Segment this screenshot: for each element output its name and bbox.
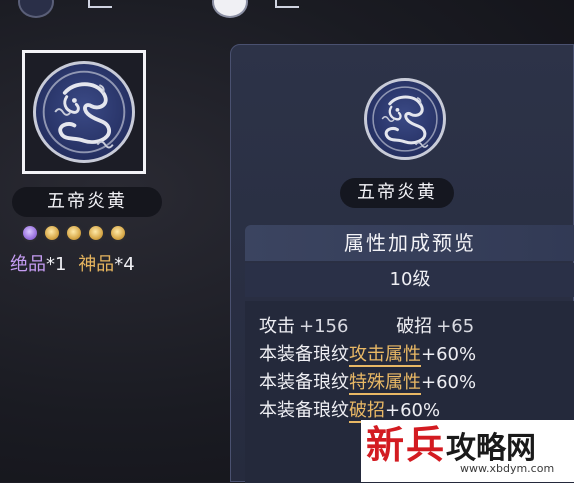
dragon-emblem-icon xyxy=(33,61,135,163)
bonus-row: 本装备琅纹特殊属性+60% xyxy=(259,368,477,395)
bonus-value: +60% xyxy=(421,372,477,393)
stat-value: +65 xyxy=(436,316,475,337)
bonus-row: 本装备琅纹攻击属性+60% xyxy=(259,340,477,367)
bonus-value: +60% xyxy=(385,400,441,421)
watermark-brand-red: 新兵 xyxy=(366,423,447,467)
watermark-url: www.xbdym.com xyxy=(460,462,555,475)
radio-icon[interactable] xyxy=(18,0,54,18)
bonus-prefix: 本装备琅纹 xyxy=(259,372,349,393)
item-name-label: 五帝炎黄 xyxy=(12,187,162,217)
star-gold-icon xyxy=(43,224,61,242)
bonus-prefix: 本装备琅纹 xyxy=(259,344,349,365)
panel-item-name: 五帝炎黄 xyxy=(340,178,454,208)
bonus-row: 本装备琅纹破招+60% xyxy=(259,396,441,423)
grade-1-label: 绝品 xyxy=(10,254,46,275)
item-slot-selected[interactable] xyxy=(22,50,146,174)
stat-value: +156 xyxy=(299,316,349,337)
stat-attack: 攻击 +156 xyxy=(259,312,348,338)
star-gold-icon xyxy=(87,224,105,242)
star-rating xyxy=(21,224,127,244)
tab-label-fragment xyxy=(88,0,112,8)
grade-2-count: *4 xyxy=(114,254,135,275)
bonus-value: +60% xyxy=(421,344,477,365)
level-label: 10级 xyxy=(245,263,574,297)
bonus-attribute: 特殊属性 xyxy=(349,372,421,395)
watermark-brand-dark: 攻略网 xyxy=(446,431,537,466)
grade-1-count: *1 xyxy=(46,254,67,275)
bonus-prefix: 本装备琅纹 xyxy=(259,400,349,421)
grade-2-label: 神品 xyxy=(78,254,115,275)
dragon-emblem-svg xyxy=(42,70,126,154)
dragon-emblem-svg xyxy=(372,86,438,152)
grade-summary: 绝品*1 神品*4 xyxy=(10,250,135,276)
attribute-panel: 五帝炎黄 属性加成预览 10级 攻击 +156 破招 +65 本装备琅纹攻击属性+6… xyxy=(230,44,574,483)
section-title: 属性加成预览 xyxy=(245,225,574,261)
stat-label: 破招 xyxy=(396,316,433,337)
top-tab-strip xyxy=(0,0,574,18)
base-stat-row: 攻击 +156 破招 +65 xyxy=(259,312,474,338)
radio-selected-icon[interactable] xyxy=(212,0,248,18)
stat-label: 攻击 xyxy=(259,316,295,337)
star-purple-icon xyxy=(21,224,39,242)
stat-break: 破招 +65 xyxy=(396,312,474,338)
star-gold-icon xyxy=(109,224,127,242)
tab-label-fragment xyxy=(275,0,299,8)
star-gold-icon xyxy=(65,224,83,242)
dragon-emblem-icon xyxy=(364,78,446,160)
bonus-attribute: 攻击属性 xyxy=(349,344,421,367)
